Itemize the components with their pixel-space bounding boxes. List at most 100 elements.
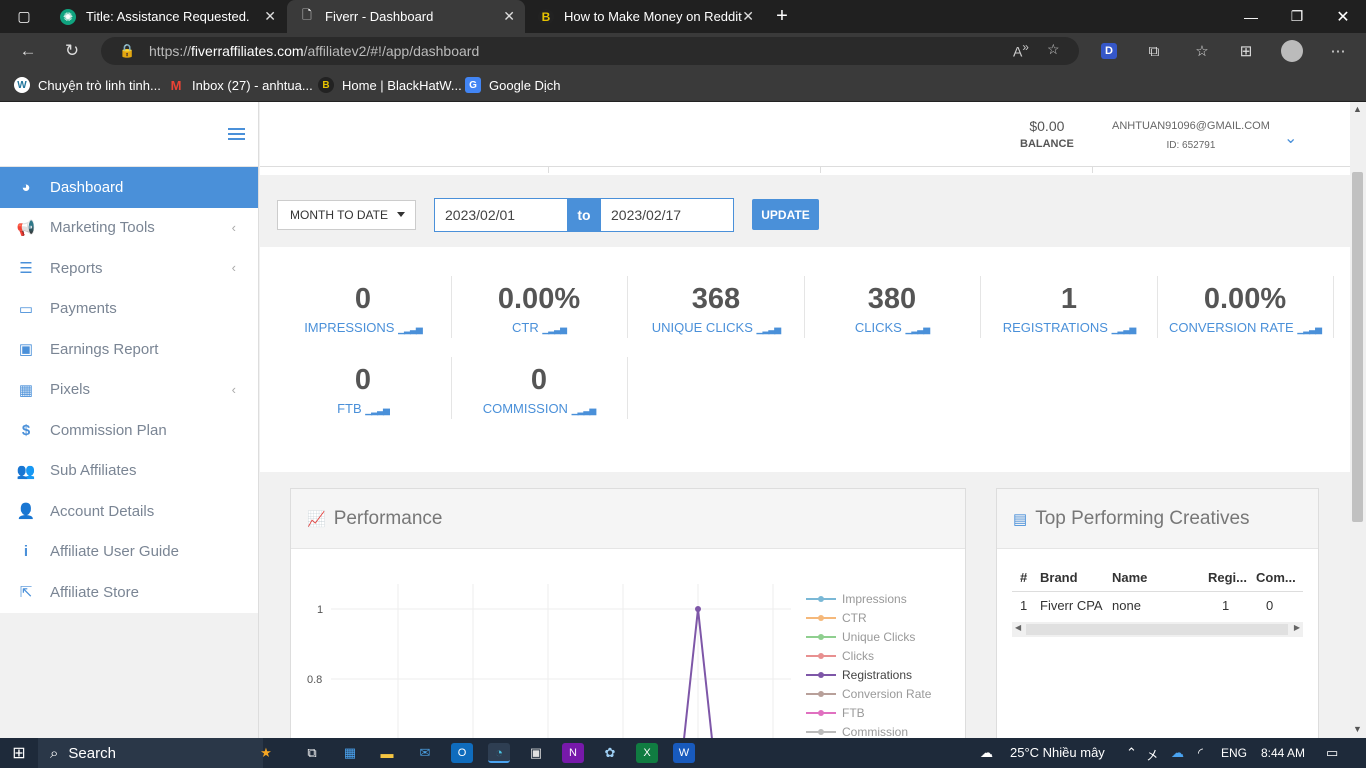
- stat-link[interactable]: IMPRESSIONS ▁▂▃▅: [275, 320, 451, 335]
- scroll-right-icon[interactable]: ▶: [1294, 623, 1300, 632]
- back-icon[interactable]: ←: [14, 39, 42, 63]
- word-icon[interactable]: W: [673, 743, 695, 763]
- browser-tab[interactable]: ✺ Title: Assistance Requested. ✕: [48, 0, 286, 33]
- bookmark-item[interactable]: W Chuyện trò linh tinh...: [14, 77, 161, 93]
- user-menu[interactable]: ANHTUAN91096@GMAIL.COM ID: 652791: [1112, 120, 1270, 151]
- legend-label: Unique Clicks: [842, 629, 916, 644]
- sidebar-item-affiliate-user-guide[interactable]: i Affiliate User Guide: [0, 532, 258, 573]
- close-icon[interactable]: ✕: [264, 8, 276, 25]
- app-icon[interactable]: ▣: [525, 743, 547, 763]
- window-close-icon[interactable]: ✕: [1320, 0, 1366, 33]
- sidebar-item-earnings-report[interactable]: ▣ Earnings Report: [0, 329, 258, 370]
- collections-icon[interactable]: ⊞: [1232, 39, 1260, 63]
- legend-item[interactable]: CTR: [806, 608, 931, 627]
- legend-item[interactable]: FTB: [806, 703, 931, 722]
- chevron-up-icon[interactable]: ⌃: [1126, 745, 1137, 761]
- hamburger-menu-icon[interactable]: [228, 128, 245, 141]
- notification-icon[interactable]: ▭: [1326, 745, 1338, 761]
- favorites-icon[interactable]: ☆: [1188, 39, 1216, 63]
- browser-tab-active[interactable]: 🗋 Fiverr - Dashboard ✕: [287, 0, 525, 33]
- browser-tab[interactable]: B How to Make Money on Reddit i ✕: [526, 0, 764, 33]
- scrollbar-thumb[interactable]: [1352, 172, 1363, 522]
- more-icon[interactable]: ⋯: [1324, 39, 1352, 63]
- url-input[interactable]: 🔒 https://fiverraffiliates.com/affiliate…: [101, 37, 1079, 65]
- search-highlight-icon[interactable]: ★: [255, 743, 277, 763]
- extension-d-icon[interactable]: D: [1101, 43, 1117, 59]
- windows-start-icon[interactable]: ⊞: [8, 743, 30, 763]
- file-explorer-icon[interactable]: ▬: [376, 743, 398, 763]
- legend-item[interactable]: Impressions: [806, 589, 931, 608]
- stat-link[interactable]: FTB ▁▂▃▅: [275, 401, 451, 416]
- signal-bars-icon: ▁▂▃▅: [756, 324, 782, 334]
- stat-link[interactable]: COMMISSION ▁▂▃▅: [451, 401, 627, 416]
- close-icon[interactable]: ✕: [742, 8, 754, 25]
- sidebar-item-pixels[interactable]: ▦ Pixels ‹: [0, 370, 258, 411]
- stat-link[interactable]: CTR ▁▂▃▅: [451, 320, 627, 335]
- restore-icon[interactable]: ❐: [1274, 0, 1320, 33]
- sidebar-item-payments[interactable]: ▭ Payments: [0, 289, 258, 330]
- refresh-icon[interactable]: ↻: [58, 39, 86, 63]
- weather-icon[interactable]: ☁: [980, 745, 993, 761]
- favorite-add-icon[interactable]: ☆: [1047, 41, 1060, 58]
- sidebar-item-marketing-tools[interactable]: 📢 Marketing Tools ‹: [0, 208, 258, 249]
- tab-title: How to Make Money on Reddit i: [564, 9, 742, 24]
- weather-text[interactable]: 25°C Nhiều mây: [1010, 745, 1105, 760]
- ime-icon[interactable]: 㐅: [1146, 745, 1159, 764]
- stat-link[interactable]: CONVERSION RATE ▁▂▃▅: [1157, 320, 1333, 335]
- chevron-left-icon: ‹: [231, 260, 236, 275]
- legend-item[interactable]: Registrations: [806, 665, 931, 684]
- store-icon[interactable]: ▦: [339, 743, 361, 763]
- clock[interactable]: 8:44 AM: [1261, 746, 1305, 760]
- onedrive-icon[interactable]: ☁: [1171, 745, 1184, 761]
- scroll-down-icon[interactable]: ▼: [1353, 724, 1362, 734]
- legend-item[interactable]: Commission: [806, 722, 931, 738]
- excel-icon[interactable]: X: [636, 743, 658, 763]
- wifi-icon[interactable]: ◜: [1198, 745, 1203, 761]
- close-icon[interactable]: ✕: [503, 8, 515, 25]
- outlook-icon[interactable]: O: [451, 743, 473, 763]
- settings-app-icon[interactable]: ✿: [599, 743, 621, 763]
- scroll-up-icon[interactable]: ▲: [1353, 104, 1362, 114]
- stat-conversion-rate: 0.00% CONVERSION RATE ▁▂▃▅: [1157, 283, 1333, 335]
- task-view-icon[interactable]: ⧉: [301, 743, 323, 763]
- read-aloud-icon[interactable]: A»: [1013, 41, 1029, 60]
- language-indicator[interactable]: ENG: [1221, 746, 1247, 760]
- page-content: ◕ Dashboard 📢 Marketing Tools ‹ ☰ Reports ‹ ▭…: [0, 102, 1350, 738]
- date-range-select[interactable]: MONTH TO DATE: [277, 200, 416, 230]
- sidebar-item-dashboard[interactable]: ◕ Dashboard: [0, 167, 258, 208]
- minimize-icon[interactable]: —: [1228, 0, 1274, 33]
- sidebar-item-reports[interactable]: ☰ Reports ‹: [0, 248, 258, 289]
- stat-link[interactable]: UNIQUE CLICKS ▁▂▃▅: [628, 320, 804, 335]
- to-date-input[interactable]: 2023/02/17: [600, 198, 734, 232]
- legend-item[interactable]: Clicks: [806, 646, 931, 665]
- horizontal-scrollbar[interactable]: ◀ ▶: [1012, 622, 1303, 637]
- bookmark-item[interactable]: G Google Dịch: [465, 77, 561, 93]
- stat-link[interactable]: REGISTRATIONS ▁▂▃▅: [981, 320, 1157, 335]
- sidebar-item-commission-plan[interactable]: $ Commission Plan: [0, 410, 258, 451]
- taskbar-search[interactable]: ⌕ Search: [38, 738, 263, 768]
- edge-icon[interactable]: ◔: [488, 743, 510, 763]
- tab-actions-icon[interactable]: ▢: [14, 7, 34, 25]
- scroll-left-icon[interactable]: ◀: [1015, 623, 1021, 632]
- vertical-scrollbar[interactable]: ▲ ▼: [1350, 102, 1366, 738]
- bookmark-item[interactable]: M Inbox (27) - anhtua...: [168, 77, 313, 93]
- chevron-down-icon[interactable]: ⌄: [1284, 128, 1297, 148]
- stat-value: 0: [354, 283, 372, 315]
- extensions-icon[interactable]: ⧉: [1140, 39, 1168, 63]
- legend-item[interactable]: Unique Clicks: [806, 627, 931, 646]
- sidebar-item-affiliate-store[interactable]: ⇱ Affiliate Store: [0, 572, 258, 613]
- update-button[interactable]: UPDATE: [752, 199, 819, 230]
- legend-item[interactable]: Conversion Rate: [806, 684, 931, 703]
- signal-bars-icon: ▁▂▃▅: [571, 405, 597, 415]
- stat-clicks: 380 CLICKS ▁▂▃▅: [804, 283, 980, 335]
- new-tab-icon[interactable]: +: [771, 5, 793, 27]
- mail-icon[interactable]: ✉: [414, 743, 436, 763]
- sidebar-item-sub-affiliates[interactable]: 👥 Sub Affiliates: [0, 451, 258, 492]
- from-date-input[interactable]: 2023/02/01: [434, 198, 568, 232]
- profile-avatar[interactable]: [1281, 40, 1303, 62]
- table-row[interactable]: 1 Fiverr CPA none 1 0: [1012, 592, 1303, 620]
- sidebar-item-account-details[interactable]: 👤 Account Details: [0, 491, 258, 532]
- stat-link[interactable]: CLICKS ▁▂▃▅: [804, 320, 980, 335]
- onenote-icon[interactable]: N: [562, 743, 584, 763]
- bookmark-item[interactable]: B Home | BlackHatW...: [318, 77, 462, 93]
